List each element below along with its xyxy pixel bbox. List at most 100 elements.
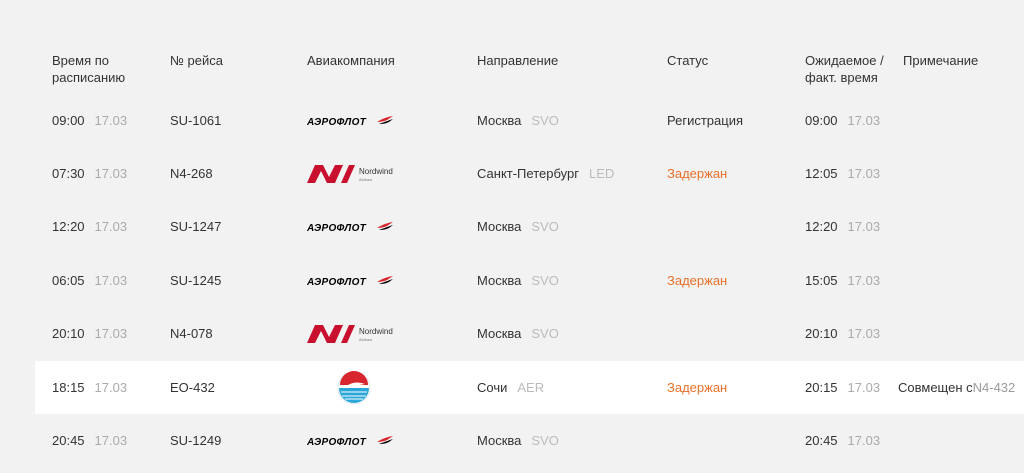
direction: Сочи AER <box>477 361 544 414</box>
expected-time: 20:45 17.03 <box>805 414 880 467</box>
header-direction: Направление <box>477 53 559 68</box>
airport-code: SVO <box>531 273 559 288</box>
expected-time-value: 20:15 <box>805 380 838 395</box>
header-flight: № рейса <box>170 53 224 68</box>
direction: Москва SVO <box>477 94 559 147</box>
header-airline: Авиакомпания <box>307 53 395 68</box>
svg-text:Airlines: Airlines <box>359 177 372 182</box>
expected-time: 09:00 17.03 <box>805 94 880 147</box>
scheduled-time-value: 09:00 <box>52 113 85 128</box>
airport-code: LED <box>588 166 615 181</box>
table-row[interactable]: 06:05 17.03 SU-1245 АЭРОФЛОТ Москва SVO … <box>0 254 1024 307</box>
flight-number[interactable]: N4-268 <box>170 147 213 200</box>
expected-time-value: 20:10 <box>805 326 838 341</box>
header-note: Примечание <box>903 53 979 68</box>
note-flight-link[interactable]: N4-432 <box>973 380 1016 395</box>
pegas-logo <box>337 370 371 404</box>
scheduled-time: 07:30 17.03 <box>52 147 127 200</box>
direction: Санкт-Петербург LED <box>477 147 614 200</box>
scheduled-date: 17.03 <box>94 380 128 395</box>
airport-code: SVO <box>531 433 559 448</box>
table-row[interactable]: 07:30 17.03 N4-268 Nordwind Airlines Сан… <box>0 147 1024 200</box>
header-expected: Ожидаемое / факт. время <box>805 53 884 85</box>
nordwind-logo: Nordwind Airlines <box>307 324 393 343</box>
table-row[interactable]: 20:10 17.03 N4-078 Nordwind Airlines Мос… <box>0 307 1024 360</box>
expected-time: 12:20 17.03 <box>805 200 880 253</box>
svg-text:АЭРОФЛОТ: АЭРОФЛОТ <box>307 117 367 128</box>
aeroflot-logo: АЭРОФЛОТ <box>307 275 393 288</box>
expected-date: 17.03 <box>847 326 881 341</box>
direction: Москва SVO <box>477 307 559 360</box>
table-row[interactable]: 20:45 17.03 SU-1249 АЭРОФЛОТ Москва SVO … <box>0 414 1024 467</box>
airport-code: AER <box>517 380 545 395</box>
expected-date: 17.03 <box>847 113 881 128</box>
expected-date: 17.03 <box>847 166 881 181</box>
table-row[interactable]: 09:00 17.03 SU-1061 АЭРОФЛОТ Москва SVO … <box>0 94 1024 147</box>
expected-time: 15:05 17.03 <box>805 254 880 307</box>
expected-time-value: 12:20 <box>805 219 838 234</box>
header-scheduled: Время по расписанию <box>52 53 126 85</box>
direction: Москва SVO <box>477 414 559 467</box>
airline-logo: АЭРОФЛОТ <box>307 414 397 467</box>
header-status: Статус <box>667 53 709 68</box>
airline-logo: Nordwind Airlines <box>307 307 397 360</box>
flight-number[interactable]: EO-432 <box>170 361 215 414</box>
flight-number[interactable]: N4-078 <box>170 307 213 360</box>
expected-date: 17.03 <box>847 219 881 234</box>
expected-time-value: 09:00 <box>805 113 838 128</box>
aeroflot-logo: АЭРОФЛОТ <box>307 115 393 128</box>
direction-city: Москва <box>477 273 522 288</box>
table-row[interactable]: 18:15 17.03 EO-432 Сочи AER Задержан 20:… <box>35 361 1024 414</box>
flight-number[interactable]: SU-1249 <box>170 414 221 467</box>
scheduled-time: 18:15 17.03 <box>52 361 127 414</box>
airport-code: SVO <box>531 219 559 234</box>
scheduled-date: 17.03 <box>94 219 128 234</box>
scheduled-time: 20:10 17.03 <box>52 307 127 360</box>
airport-code: SVO <box>531 113 559 128</box>
direction-city: Санкт-Петербург <box>477 166 579 181</box>
flight-number[interactable]: SU-1061 <box>170 94 221 147</box>
expected-time-value: 15:05 <box>805 273 838 288</box>
direction-city: Сочи <box>477 380 508 395</box>
note: Совмещен с N4-432 <box>898 361 1015 414</box>
scheduled-time-value: 12:20 <box>52 219 85 234</box>
svg-text:Nordwind: Nordwind <box>359 167 393 176</box>
expected-date: 17.03 <box>847 273 881 288</box>
direction-city: Москва <box>477 219 522 234</box>
flight-status: Задержан <box>667 380 728 395</box>
expected-time: 12:05 17.03 <box>805 147 880 200</box>
scheduled-date: 17.03 <box>94 326 128 341</box>
scheduled-time-value: 18:15 <box>52 380 85 395</box>
flight-status: Задержан <box>667 273 728 288</box>
flight-status: Регистрация <box>667 113 743 128</box>
direction-city: Москва <box>477 113 522 128</box>
airline-logo: АЭРОФЛОТ <box>307 94 397 147</box>
expected-time: 20:15 17.03 <box>805 361 880 414</box>
direction: Москва SVO <box>477 200 559 253</box>
flight-number[interactable]: SU-1247 <box>170 200 221 253</box>
scheduled-date: 17.03 <box>94 433 128 448</box>
scheduled-date: 17.03 <box>94 273 128 288</box>
direction-city: Москва <box>477 433 522 448</box>
svg-text:АЭРОФЛОТ: АЭРОФЛОТ <box>307 223 367 234</box>
direction-city: Москва <box>477 326 522 341</box>
direction: Москва SVO <box>477 254 559 307</box>
svg-text:АЭРОФЛОТ: АЭРОФЛОТ <box>307 277 367 288</box>
aeroflot-logo: АЭРОФЛОТ <box>307 435 393 448</box>
nordwind-logo: Nordwind Airlines <box>307 164 393 183</box>
airline-logo <box>337 361 371 414</box>
scheduled-time-value: 20:10 <box>52 326 85 341</box>
table-row[interactable]: 12:20 17.03 SU-1247 АЭРОФЛОТ Москва SVO … <box>0 200 1024 253</box>
scheduled-date: 17.03 <box>94 166 128 181</box>
flight-number[interactable]: SU-1245 <box>170 254 221 307</box>
svg-text:Airlines: Airlines <box>359 337 372 342</box>
scheduled-date: 17.03 <box>94 113 128 128</box>
expected-time-value: 12:05 <box>805 166 838 181</box>
expected-date: 17.03 <box>847 380 881 395</box>
airline-logo: АЭРОФЛОТ <box>307 200 397 253</box>
scheduled-time: 12:20 17.03 <box>52 200 127 253</box>
svg-text:Nordwind: Nordwind <box>359 327 393 336</box>
airline-logo: АЭРОФЛОТ <box>307 254 397 307</box>
scheduled-time: 20:45 17.03 <box>52 414 127 467</box>
expected-date: 17.03 <box>847 433 881 448</box>
